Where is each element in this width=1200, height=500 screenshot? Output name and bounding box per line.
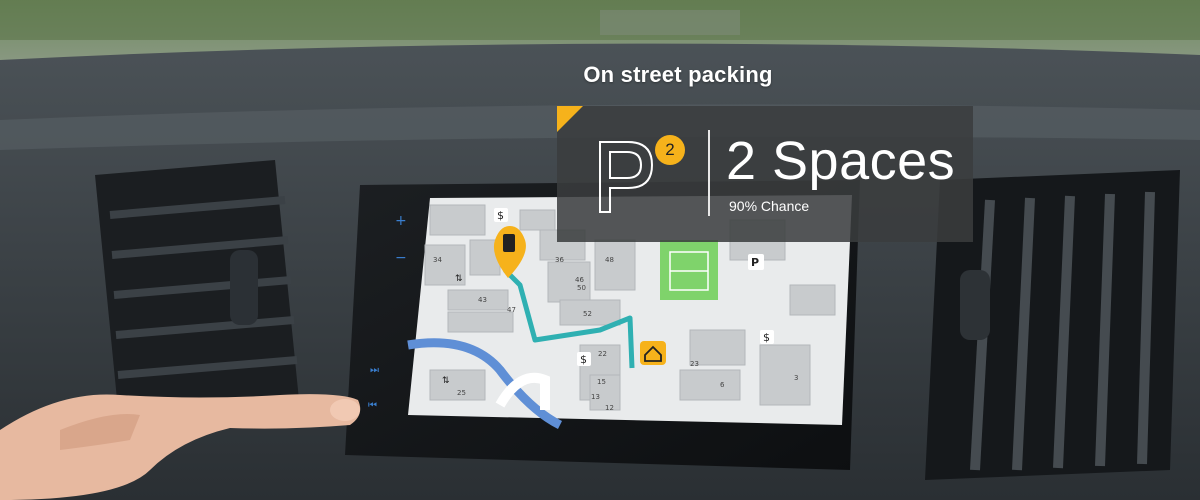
panel-divider <box>708 130 710 216</box>
svg-text:48: 48 <box>605 256 614 264</box>
home-destination-icon <box>640 341 666 365</box>
svg-text:22: 22 <box>598 350 607 358</box>
svg-text:15: 15 <box>597 378 606 386</box>
dollar-sign-icon: $ <box>763 331 770 344</box>
svg-text:43: 43 <box>478 296 487 304</box>
available-count-badge: 2 <box>655 135 685 165</box>
volume-down-icon: − <box>395 250 407 266</box>
svg-text:25: 25 <box>457 389 466 397</box>
skip-forward-icon: ⏭ <box>370 365 379 376</box>
svg-text:34: 34 <box>433 256 442 264</box>
svg-text:46: 46 <box>575 276 584 284</box>
svg-text:52: 52 <box>583 310 592 318</box>
svg-text:50: 50 <box>577 284 586 292</box>
dollar-sign-icon: $ <box>497 209 504 222</box>
svg-text:36: 36 <box>555 256 564 264</box>
parking-p-icon: P <box>751 256 759 269</box>
availability-chance: 90% Chance <box>729 198 810 214</box>
svg-text:3: 3 <box>794 374 798 382</box>
svg-text:12: 12 <box>605 404 614 412</box>
skip-back-icon: ⏮ <box>368 400 377 411</box>
svg-text:6: 6 <box>720 381 725 389</box>
panel-corner-accent <box>557 106 583 132</box>
volume-up-icon: + <box>395 213 407 229</box>
dollar-sign-icon: $ <box>580 353 587 366</box>
svg-text:13: 13 <box>591 393 600 401</box>
svg-text:47: 47 <box>507 306 516 314</box>
headline: On street packing <box>583 62 773 87</box>
left-air-vent <box>95 160 300 430</box>
svg-text:23: 23 <box>690 360 699 368</box>
traffic-sign-icon: ⇅ <box>442 376 450 386</box>
spaces-count: 2 Spaces <box>726 131 956 191</box>
traffic-sign-icon: ⇅ <box>455 274 463 284</box>
